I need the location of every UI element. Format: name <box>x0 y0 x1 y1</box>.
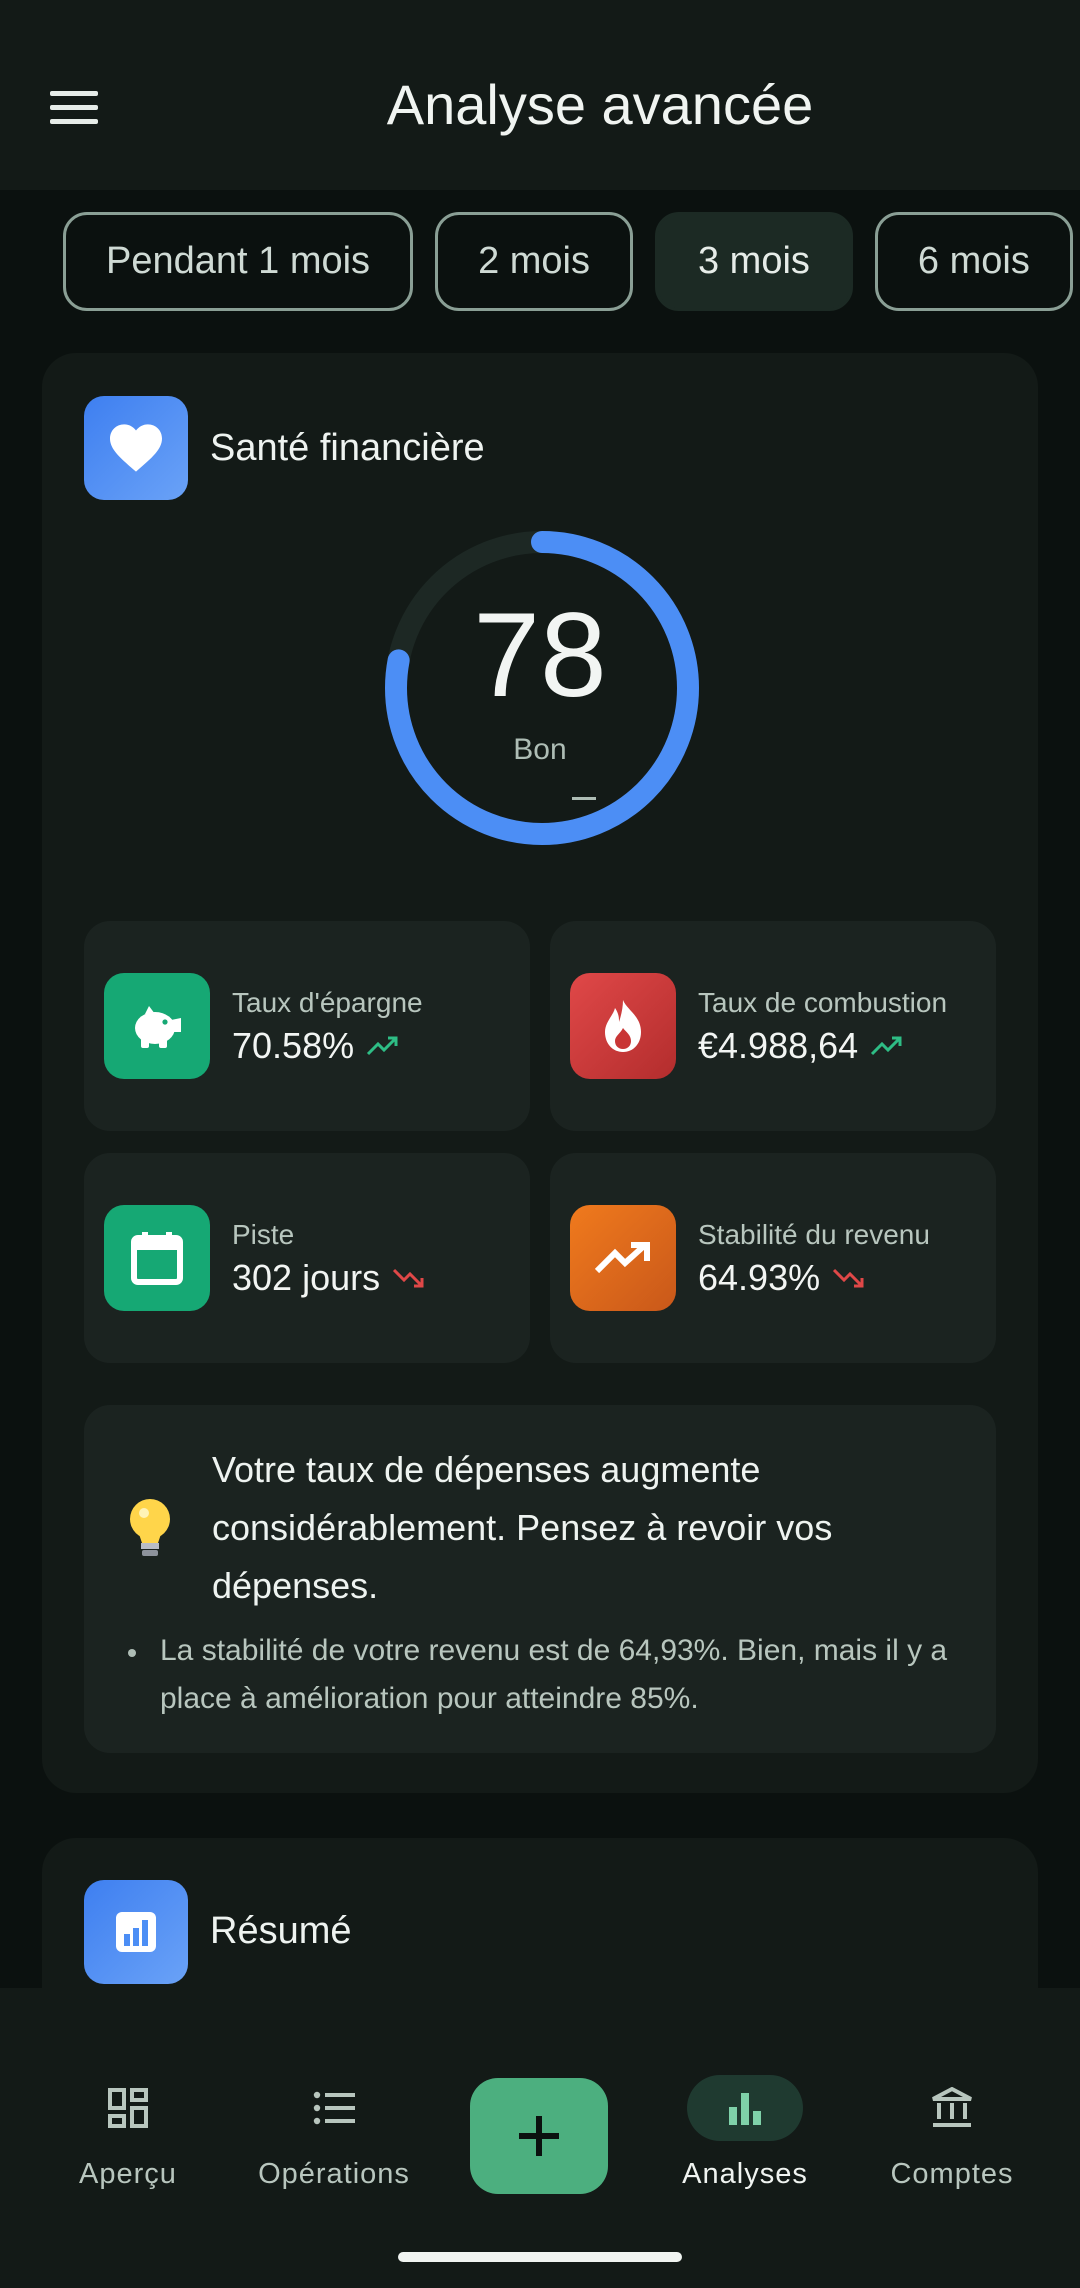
list-icon <box>244 2078 424 2138</box>
trend-down-icon <box>833 1268 864 1288</box>
health-score-dash <box>572 797 596 800</box>
health-card-title: Santé financière <box>210 427 485 469</box>
nav-item-analyses[interactable]: Analyses <box>655 2075 835 2191</box>
trending-up-icon <box>570 1205 676 1311</box>
metric-label: Taux de combustion <box>698 987 948 1018</box>
period-chip-3-months[interactable]: 3 mois <box>654 212 853 311</box>
trend-down-icon <box>393 1268 424 1288</box>
period-chip-1-month[interactable]: Pendant 1 mois <box>63 212 414 311</box>
metric-income-stability[interactable]: Stabilité du revenu 64.93% <box>550 1153 996 1363</box>
metric-label: Piste <box>232 1219 295 1250</box>
metric-value: €4.988,64 <box>698 1025 859 1066</box>
period-chip-6-months[interactable]: 6 mois <box>874 212 1073 311</box>
metric-value-row: 64.93% <box>698 1257 866 1299</box>
metric-value: 64.93% <box>698 1257 821 1298</box>
page-title: Analyse avancée <box>386 73 814 136</box>
period-chip-2-months[interactable]: 2 mois <box>435 212 633 311</box>
health-score-rating: Bon <box>513 733 567 766</box>
report-chart-icon <box>84 1880 188 1984</box>
bullet-dot <box>128 1649 136 1657</box>
calendar-icon <box>104 1205 210 1311</box>
metric-value-row: €4.988,64 <box>698 1025 904 1067</box>
financial-health-card: Santé financière 78 Bon Taux d'épargne 7… <box>42 353 1038 1793</box>
nav-item-comptes[interactable]: Comptes <box>862 2078 1042 2191</box>
lightbulb-icon <box>130 1499 170 1556</box>
bottom-navigation: Aperçu Opérations Analyses Comptes <box>0 1988 1080 2288</box>
metric-value-row: 70.58% <box>232 1025 400 1067</box>
insight-detail-text: La stabilité de votre revenu est de 64,9… <box>160 1634 948 1715</box>
health-score-value: 78 <box>473 588 607 722</box>
metric-label: Stabilité du revenu <box>698 1219 930 1250</box>
nav-label: Comptes <box>890 2158 1014 2190</box>
plus-icon <box>519 2116 559 2156</box>
summary-card-title: Résumé <box>210 1910 352 1952</box>
trend-up-icon <box>871 1036 902 1056</box>
metric-value: 302 jours <box>232 1257 381 1298</box>
nav-item-operations[interactable]: Opérations <box>244 2078 424 2191</box>
trend-up-icon <box>367 1036 398 1056</box>
home-indicator[interactable] <box>398 2252 682 2262</box>
nav-label: Analyses <box>682 2158 808 2190</box>
add-transaction-button[interactable] <box>470 2078 608 2194</box>
nav-label: Aperçu <box>79 2158 177 2190</box>
insight-box: Votre taux de dépenses augmente considér… <box>84 1405 996 1753</box>
bank-icon <box>862 2078 1042 2138</box>
nav-item-apercu[interactable]: Aperçu <box>38 2078 218 2191</box>
dashboard-icon <box>38 2078 218 2138</box>
heart-icon <box>84 396 188 500</box>
metric-burn-rate[interactable]: Taux de combustion €4.988,64 <box>550 921 996 1131</box>
metric-runway[interactable]: Piste 302 jours <box>84 1153 530 1363</box>
top-app-bar: Analyse avancée <box>0 0 1080 190</box>
bar-chart-icon <box>687 2075 803 2141</box>
metric-label: Taux d'épargne <box>232 987 423 1018</box>
metric-value: 70.58% <box>232 1025 355 1066</box>
insight-main-text: Votre taux de dépenses augmente considér… <box>212 1449 833 1606</box>
period-selector: Pendant 1 mois 2 mois 3 mois 6 mois <box>63 212 1073 311</box>
metric-value-row: 302 jours <box>232 1257 426 1299</box>
flame-icon <box>570 973 676 1079</box>
nav-label: Opérations <box>258 2158 410 2190</box>
metric-savings-rate[interactable]: Taux d'épargne 70.58% <box>84 921 530 1131</box>
piggy-bank-icon <box>104 973 210 1079</box>
